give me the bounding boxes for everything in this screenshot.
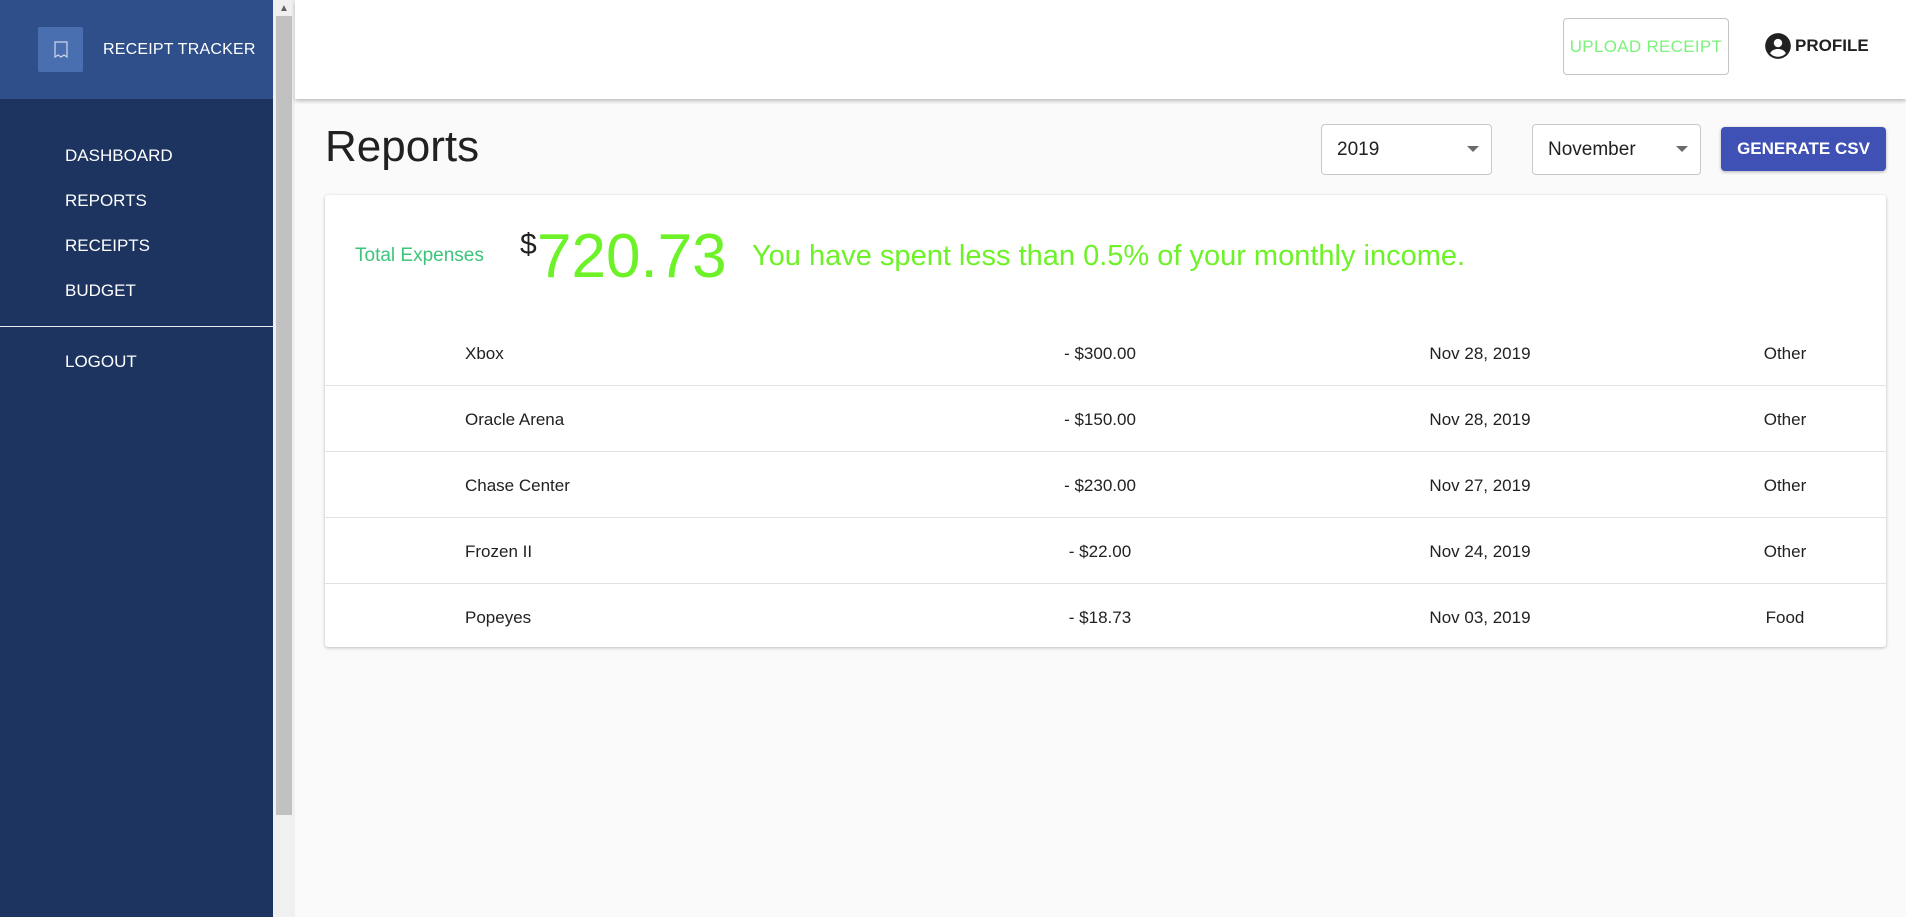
expense-amount: - $230.00	[1064, 476, 1136, 495]
expense-list: Xbox - $300.00 Nov 28, 2019 Other Oracle…	[325, 320, 1886, 650]
upload-receipt-button[interactable]: UPLOAD RECEIPT	[1563, 18, 1729, 75]
profile-button[interactable]: PROFILE	[1764, 32, 1869, 60]
month-select[interactable]: November	[1532, 124, 1701, 175]
year-select[interactable]: 2019	[1321, 124, 1492, 175]
expense-amount: - $18.73	[1068, 608, 1132, 627]
chevron-down-icon	[1467, 146, 1479, 152]
expense-amount: - $300.00	[1064, 344, 1136, 363]
receipt-icon	[38, 27, 83, 72]
expense-name: Chase Center	[465, 476, 570, 495]
chevron-down-icon	[1676, 146, 1688, 152]
scroll-up-icon[interactable]: ▲	[273, 0, 295, 16]
expense-amount: - $22.00	[1068, 542, 1132, 561]
table-row[interactable]: Oracle Arena - $150.00 Nov 28, 2019 Othe…	[325, 386, 1886, 452]
table-row[interactable]: Chase Center - $230.00 Nov 27, 2019 Othe…	[325, 452, 1886, 518]
profile-label: PROFILE	[1795, 36, 1869, 55]
expense-category: Other	[1763, 476, 1807, 495]
account-circle-icon	[1765, 33, 1791, 59]
table-row[interactable]: Xbox - $300.00 Nov 28, 2019 Other	[325, 320, 1886, 386]
table-row[interactable]: Popeyes - $18.73 Nov 03, 2019 Food	[325, 584, 1886, 650]
expense-date: Nov 28, 2019	[1429, 344, 1531, 363]
generate-csv-button[interactable]: GENERATE CSV	[1721, 127, 1886, 171]
brand[interactable]: RECEIPT TRACKER	[0, 0, 273, 99]
expenses-card: Total Expenses $ 720.73 You have spent l…	[325, 195, 1886, 647]
logout-button[interactable]: LOGOUT	[0, 352, 273, 372]
main-content: UPLOAD RECEIPT PROFILE Reports 2019 Nove…	[295, 0, 1906, 917]
top-app-bar: UPLOAD RECEIPT PROFILE	[295, 0, 1906, 99]
expense-category: Other	[1763, 344, 1807, 363]
sidebar-divider	[0, 326, 273, 327]
sidebar-nav: DASHBOARD REPORTS RECEIPTS BUDGET	[0, 99, 273, 326]
sidebar-item-receipts[interactable]: RECEIPTS	[0, 236, 273, 281]
year-select-value: 2019	[1337, 138, 1380, 160]
expense-category: Other	[1763, 542, 1807, 561]
expense-category: Other	[1763, 410, 1807, 429]
expense-date: Nov 28, 2019	[1429, 410, 1531, 429]
month-select-value: November	[1548, 138, 1636, 160]
expense-date: Nov 27, 2019	[1429, 476, 1531, 495]
expense-date: Nov 24, 2019	[1429, 542, 1531, 561]
total-expenses-label: Total Expenses	[355, 245, 484, 266]
sidebar-item-dashboard[interactable]: DASHBOARD	[0, 146, 273, 191]
sidebar: RECEIPT TRACKER DASHBOARD REPORTS RECEIP…	[0, 0, 273, 917]
expense-amount: - $150.00	[1064, 410, 1136, 429]
expense-date: Nov 03, 2019	[1429, 608, 1531, 627]
scroll-thumb[interactable]	[276, 16, 292, 815]
brand-title: RECEIPT TRACKER	[103, 40, 256, 58]
total-expenses-value: 720.73	[537, 222, 727, 291]
income-message: You have spent less than 0.5% of your mo…	[752, 240, 1466, 272]
expense-name: Oracle Arena	[465, 410, 565, 429]
expense-name: Xbox	[465, 344, 504, 363]
sidebar-item-budget[interactable]: BUDGET	[0, 281, 273, 326]
expense-name: Popeyes	[465, 608, 532, 627]
table-row[interactable]: Frozen II - $22.00 Nov 24, 2019 Other	[325, 518, 1886, 584]
expense-summary: Total Expenses $ 720.73 You have spent l…	[325, 195, 1886, 320]
sidebar-item-reports[interactable]: REPORTS	[0, 191, 273, 236]
page-title: Reports	[325, 122, 480, 171]
scrollbar[interactable]: ▲	[273, 0, 295, 917]
expense-name: Frozen II	[465, 542, 533, 561]
currency-symbol: $	[520, 228, 537, 261]
expense-category: Food	[1765, 608, 1805, 627]
